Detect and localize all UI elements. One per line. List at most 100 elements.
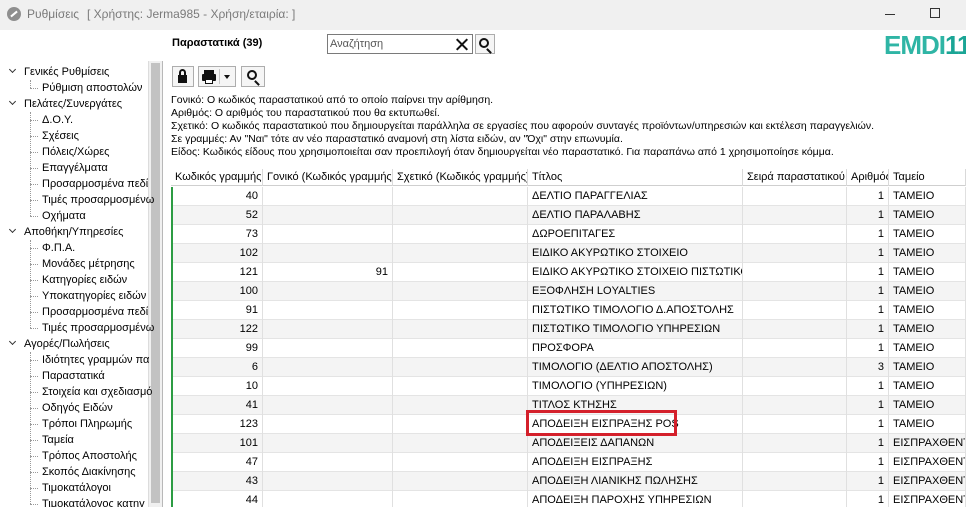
sidebar-scrollbar[interactable] [148, 61, 162, 507]
table-cell-title[interactable]: ΑΠΟΔΕΙΞΗ ΠΑΡΟΧΗΣ ΥΠΗΡΕΣΙΩΝ [528, 491, 743, 507]
table-cell-related[interactable] [393, 472, 528, 491]
search-input[interactable] [330, 37, 448, 51]
chevron-down-icon[interactable] [9, 339, 17, 347]
table-cell-title[interactable]: ΔΕΛΤΙΟ ΠΑΡΑΓΓΕΛΙΑΣ [528, 187, 743, 206]
table-cell-code[interactable]: 43 [171, 472, 263, 491]
table-cell-related[interactable] [393, 282, 528, 301]
table-cell-cash[interactable]: ΤΑΜΕΙΟ [889, 187, 966, 206]
tree-item[interactable]: Οχήματα [42, 208, 86, 224]
table-cell-code[interactable]: 101 [171, 434, 263, 453]
table-cell-series[interactable] [743, 396, 847, 415]
table-cell-cash[interactable]: ΕΙΣΠΡΑΧΘΕΝΤΑ [889, 453, 966, 472]
table-cell-code[interactable]: 40 [171, 187, 263, 206]
table-cell-code[interactable]: 123 [171, 415, 263, 434]
table-cell-code[interactable]: 99 [171, 339, 263, 358]
tree-item[interactable]: Ταμεία [42, 432, 74, 448]
table-cell-series[interactable] [743, 415, 847, 434]
table-cell-title[interactable]: ΑΠΟΔΕΙΞΗ ΛΙΑΝΙΚΗΣ ΠΩΛΗΣΗΣ [528, 472, 743, 491]
table-cell-cash[interactable]: ΤΑΜΕΙΟ [889, 396, 966, 415]
table-cell-code[interactable]: 121 [171, 263, 263, 282]
table-cell-code[interactable]: 52 [171, 206, 263, 225]
table-cell-parent[interactable] [263, 301, 393, 320]
table-cell-number[interactable]: 1 [847, 244, 889, 263]
column-header[interactable]: Ταμείο [889, 169, 966, 186]
table-cell-series[interactable] [743, 453, 847, 472]
tree-item[interactable]: Φ.Π.Α. [42, 240, 75, 256]
table-cell-title[interactable]: ΠΙΣΤΩΤΙΚΟ ΤΙΜΟΛΟΓΙΟ Δ.ΑΠΟΣΤΟΛΗΣ [528, 301, 743, 320]
table-cell-parent[interactable]: 91 [263, 263, 393, 282]
table-row[interactable]: 101 ΑΠΟΔΕΙΞΕΙΣ ΔΑΠΑΝΩΝ 1ΕΙΣΠΡΑΧΘΕΝΤΑ [171, 434, 966, 453]
table-row[interactable]: 44 ΑΠΟΔΕΙΞΗ ΠΑΡΟΧΗΣ ΥΠΗΡΕΣΙΩΝ 1ΕΙΣΠΡΑΧΘΕΝΤ… [171, 491, 966, 507]
table-cell-parent[interactable] [263, 225, 393, 244]
tree-item[interactable]: Στοιχεία και σχεδιασμό [42, 384, 152, 400]
table-cell-parent[interactable] [263, 358, 393, 377]
table-cell-number[interactable]: 1 [847, 396, 889, 415]
table-cell-code[interactable]: 73 [171, 225, 263, 244]
chevron-down-icon[interactable] [9, 227, 17, 235]
table-cell-parent[interactable] [263, 491, 393, 507]
table-cell-number[interactable]: 1 [847, 320, 889, 339]
column-header[interactable]: Αριθμός [847, 169, 889, 186]
tree-item[interactable]: Κατηγορίες ειδών [42, 272, 127, 288]
table-cell-number[interactable]: 1 [847, 434, 889, 453]
table-cell-series[interactable] [743, 339, 847, 358]
table-row[interactable]: 41 ΤΙΤΛΟΣ ΚΤΗΣΗΣ 1 ΤΑΜΕΙΟ [171, 396, 966, 415]
table-cell-code[interactable]: 6 [171, 358, 263, 377]
table-cell-parent[interactable] [263, 206, 393, 225]
table-cell-title[interactable]: ΠΙΣΤΩΤΙΚΟ ΤΙΜΟΛΟΓΙΟ ΥΠΗΡΕΣΙΩΝ [528, 320, 743, 339]
table-cell-cash[interactable]: ΤΑΜΕΙΟ [889, 377, 966, 396]
lock-button[interactable] [172, 66, 194, 87]
table-cell-number[interactable]: 1 [847, 263, 889, 282]
table-cell-series[interactable] [743, 320, 847, 339]
column-header[interactable]: Γονικό (Κωδικός γραμμής) [263, 169, 393, 186]
table-cell-related[interactable] [393, 358, 528, 377]
table-cell-cash[interactable]: ΤΑΜΕΙΟ [889, 282, 966, 301]
table-row[interactable]: 100 ΕΞΟΦΛΗΣΗ LOYALTIES 1 ΤΑΜΕΙΟ [171, 282, 966, 301]
table-row[interactable]: 102 ΕΙΔΙΚΟ ΑΚΥΡΩΤΙΚΟ ΣΤΟΙΧΕΙΟ 1 ΤΑΜΕΙΟ [171, 244, 966, 263]
table-cell-series[interactable] [743, 301, 847, 320]
table-cell-series[interactable] [743, 434, 847, 453]
table-cell-related[interactable] [393, 301, 528, 320]
table-row[interactable]: 121 91 ΕΙΔΙΚΟ ΑΚΥΡΩΤΙΚΟ ΣΤΟΙΧΕΙΟ ΠΙΣΤΩΤΙΚΟ… [171, 263, 966, 282]
table-cell-cash[interactable]: ΕΙΣΠΡΑΧΘΕΝΤΑ [889, 491, 966, 507]
table-cell-title[interactable]: ΑΠΟΔΕΙΞΗ ΕΙΣΠΡΑΞΗΣ [528, 453, 743, 472]
table-row[interactable]: 91 ΠΙΣΤΩΤΙΚΟ ΤΙΜΟΛΟΓΙΟ Δ.ΑΠΟΣΤΟΛΗΣ 1 ΤΑΜΕΙΟ [171, 301, 966, 320]
table-cell-title[interactable]: ΤΙΤΛΟΣ ΚΤΗΣΗΣ [528, 396, 743, 415]
table-cell-number[interactable]: 1 [847, 282, 889, 301]
chevron-down-icon[interactable] [9, 99, 17, 107]
table-cell-parent[interactable] [263, 396, 393, 415]
table-cell-title[interactable]: ΔΩΡΟΕΠΙΤΑΓΕΣ [528, 225, 743, 244]
table-cell-related[interactable] [393, 244, 528, 263]
table-cell-series[interactable] [743, 187, 847, 206]
table-cell-code[interactable]: 100 [171, 282, 263, 301]
tree-item[interactable]: Προσαρμοσμένα πεδί [42, 304, 148, 320]
table-cell-related[interactable] [393, 491, 528, 507]
table-cell-series[interactable] [743, 472, 847, 491]
table-cell-title[interactable]: ΕΙΔΙΚΟ ΑΚΥΡΩΤΙΚΟ ΣΤΟΙΧΕΙΟ ΠΙΣΤΩΤΙΚΟ [528, 263, 743, 282]
table-cell-number[interactable]: 1 [847, 377, 889, 396]
table-cell-series[interactable] [743, 491, 847, 507]
tree-item[interactable]: Δ.Ο.Υ. [42, 112, 73, 128]
table-cell-cash[interactable]: ΤΑΜΕΙΟ [889, 225, 966, 244]
tree-item[interactable]: Τιμές προσαρμοσμένω [42, 192, 154, 208]
table-cell-number[interactable]: 1 [847, 301, 889, 320]
tree-item[interactable]: Τρόποι Πληρωμής [42, 416, 132, 432]
tree-item[interactable]: Σχέσεις [42, 128, 79, 144]
table-cell-title[interactable]: ΠΡΟΣΦΟΡΑ [528, 339, 743, 358]
table-cell-code[interactable]: 47 [171, 453, 263, 472]
table-cell-related[interactable] [393, 320, 528, 339]
search-button[interactable] [475, 34, 495, 54]
table-cell-series[interactable] [743, 377, 847, 396]
clear-search-icon[interactable] [454, 37, 469, 52]
table-row[interactable]: 43 ΑΠΟΔΕΙΞΗ ΛΙΑΝΙΚΗΣ ΠΩΛΗΣΗΣ 1ΕΙΣΠΡΑΧΘΕΝΤΑ [171, 472, 966, 491]
table-cell-number[interactable]: 1 [847, 415, 889, 434]
table-cell-related[interactable] [393, 377, 528, 396]
tree-group-0[interactable]: Γενικές Ρυθμίσεις [24, 64, 109, 80]
minimize-icon[interactable] [885, 14, 895, 15]
find-button[interactable] [241, 66, 265, 87]
tree-item[interactable]: Πόλεις/Χώρες [42, 144, 109, 160]
table-cell-parent[interactable] [263, 339, 393, 358]
table-cell-series[interactable] [743, 206, 847, 225]
maximize-icon[interactable] [930, 8, 940, 18]
table-cell-number[interactable]: 1 [847, 453, 889, 472]
